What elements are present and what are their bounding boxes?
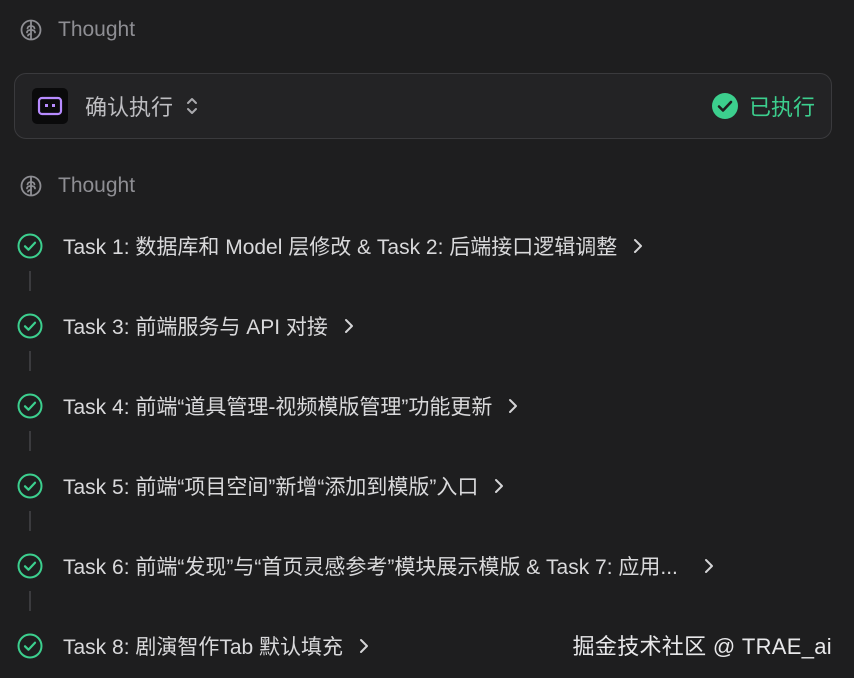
chevron-right-icon — [494, 478, 504, 494]
watermark: 掘金技术社区 @ TRAE_ai — [572, 634, 832, 659]
timeline-connector — [29, 351, 31, 371]
confirm-title: 确认执行 — [85, 95, 174, 120]
timeline-connector — [29, 511, 31, 531]
status-label: 已执行 — [748, 95, 815, 120]
task-label: Task 3: 前端服务与 API 对接 — [63, 316, 328, 339]
task-label: Task 5: 前端“项目空间”新增“添加到模版”入口 — [63, 476, 479, 499]
check-circle-outline-icon — [17, 633, 43, 659]
task-item-4[interactable]: Task 4: 前端“道具管理-视频模版管理”功能更新 — [17, 391, 518, 421]
thought-label: Thought — [58, 174, 136, 197]
timeline-connector — [29, 591, 31, 611]
chevron-right-icon — [359, 638, 369, 654]
timeline-connector — [29, 431, 31, 451]
task-item-1[interactable]: Task 1: 数据库和 Model 层修改 & Task 2: 后端接口逻辑调… — [17, 231, 643, 261]
chevron-right-icon — [344, 318, 354, 334]
task-label: Task 6: 前端“发现”与“首页灵感参考”模块展示模版 & Task 7: … — [63, 556, 678, 579]
check-circle-outline-icon — [17, 393, 43, 419]
expand-collapse-icon[interactable] — [185, 95, 199, 117]
task-label: Task 8: 剧演智作Tab 默认填充 — [63, 636, 344, 659]
check-circle-icon — [711, 93, 738, 119]
brain-icon — [18, 173, 44, 199]
chat-panel: Thought 确认执行 已执行 Thought Task 1: 数据库和 Mo… — [0, 0, 854, 678]
brain-icon — [18, 17, 44, 43]
task-item-8[interactable]: Task 8: 剧演智作Tab 默认填充 — [17, 631, 369, 661]
task-item-3[interactable]: Task 3: 前端服务与 API 对接 — [17, 311, 354, 341]
task-item-5[interactable]: Task 5: 前端“项目空间”新增“添加到模版”入口 — [17, 471, 504, 501]
bot-icon — [32, 88, 68, 124]
chevron-right-icon — [633, 238, 643, 254]
status-badge: 已执行 — [711, 90, 815, 122]
check-circle-outline-icon — [17, 313, 43, 339]
chevron-right-icon — [704, 558, 714, 574]
task-label: Task 1: 数据库和 Model 层修改 & Task 2: 后端接口逻辑调… — [63, 236, 618, 259]
check-circle-outline-icon — [17, 473, 43, 499]
chevron-right-icon — [508, 398, 518, 414]
thought-label: Thought — [58, 18, 136, 41]
timeline-connector — [29, 271, 31, 291]
check-circle-outline-icon — [17, 233, 43, 259]
task-item-6[interactable]: Task 6: 前端“发现”与“首页灵感参考”模块展示模版 & Task 7: … — [17, 551, 714, 581]
task-label: Task 4: 前端“道具管理-视频模版管理”功能更新 — [63, 396, 493, 419]
check-circle-outline-icon — [17, 553, 43, 579]
thought-toggle-2[interactable]: Thought — [18, 171, 135, 201]
thought-toggle-1[interactable]: Thought — [18, 15, 135, 45]
confirm-execution-card: 确认执行 已执行 — [14, 73, 832, 139]
